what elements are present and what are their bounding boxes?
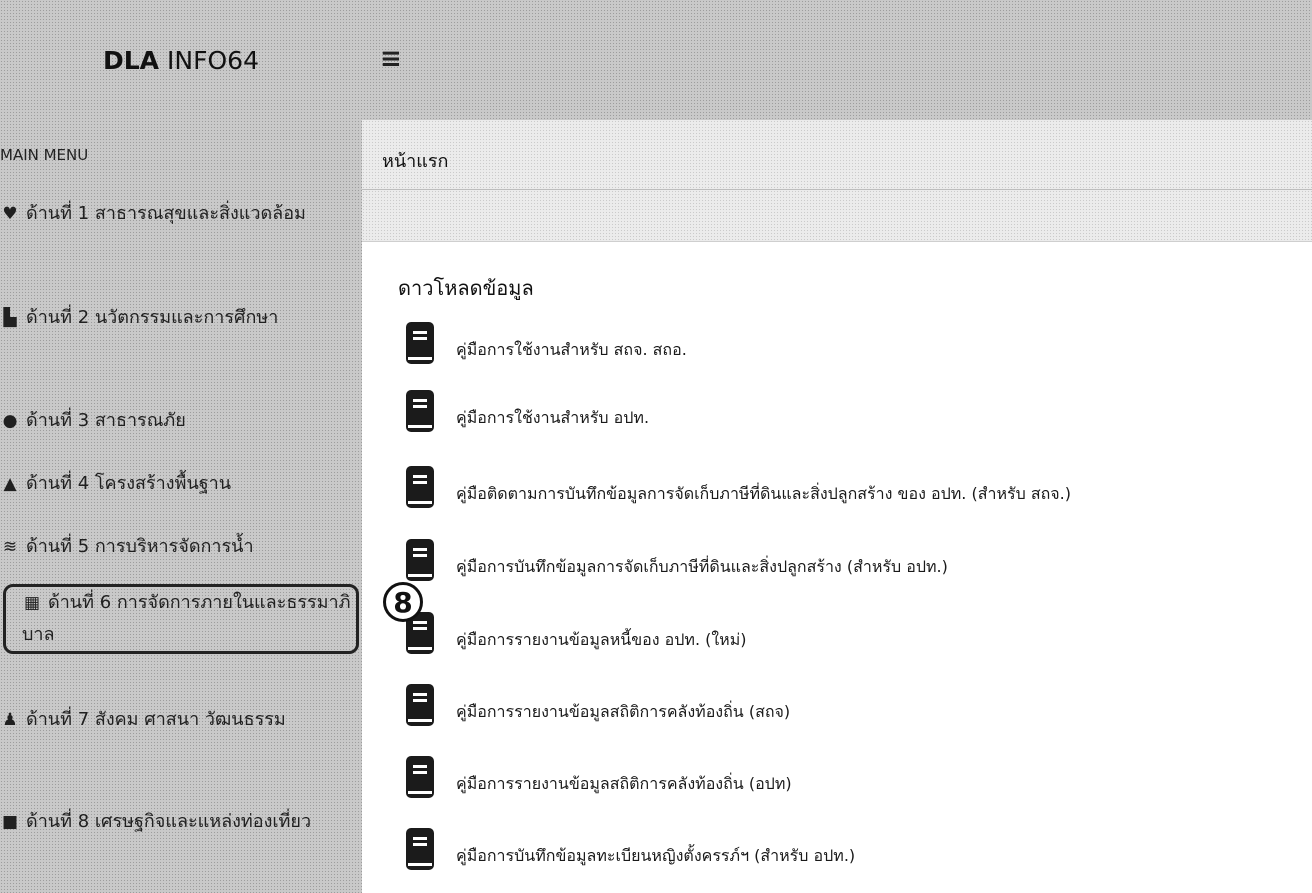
building-icon: ▦ (23, 593, 41, 613)
download-label: คู่มือการรายงานข้อมูลสถิติการคลังท้องถิ่… (456, 701, 791, 721)
book-icon (406, 466, 434, 508)
book-icon (406, 756, 434, 798)
sidebar-item-label: ด้านที่ 3 สาธารณภัย (26, 410, 186, 431)
download-item[interactable]: คู่มือติดตามการบันทึกข้อมูลการจัดเก็บภาษ… (406, 464, 1071, 510)
sidebar-item-label: ด้านที่ 2 นวัตกรรมและการศึกษา (26, 307, 279, 328)
download-label: คู่มือการใช้งานสำหรับ อปท. (456, 407, 650, 427)
step-badge: 8 (383, 582, 423, 622)
people-shield-icon: ● (2, 411, 18, 431)
sidebar: MAIN MENU ♥ ด้านที่ 1 สาธารณสุขและสิ่งแวด… (0, 120, 362, 893)
money-icon: ■ (1, 812, 19, 832)
content-header: หน้าแรก (362, 120, 1312, 190)
page-title: หน้าแรก (382, 151, 449, 172)
sidebar-item-4[interactable]: ▲ ด้านที่ 4 โครงสร้างพื้นฐาน (0, 468, 356, 500)
main-menu-title: MAIN MENU (0, 146, 89, 164)
download-item[interactable]: คู่มือการรายงานข้อมูลหนี้ของ อปท. (ใหม่) (406, 610, 747, 656)
book-icon (406, 539, 434, 581)
download-label: คู่มือการรายงานข้อมูลหนี้ของ อปท. (ใหม่) (456, 629, 747, 649)
download-item[interactable]: คู่มือการใช้งานสำหรับ สถจ. สถอ. (406, 320, 687, 366)
book-icon (406, 390, 434, 432)
sidebar-item-label: ด้านที่ 1 สาธารณสุขและสิ่งแวดล้อม (26, 203, 306, 224)
download-label: คู่มือการบันทึกข้อมูลการจัดเก็บภาษีที่ดิ… (456, 556, 948, 576)
heartbeat-icon: ♥ (2, 204, 18, 224)
users-icon: ♟ (2, 710, 18, 730)
section-title: ดาวโหลดข้อมูล (398, 276, 534, 300)
top-bar: DLA INFO64 ≡ (0, 0, 1312, 120)
road-icon: ▲ (3, 474, 17, 494)
download-item[interactable]: คู่มือการรายงานข้อมูลสถิติการคลังท้องถิ่… (406, 682, 790, 728)
download-item[interactable]: คู่มือการใช้งานสำหรับ อปท. (406, 388, 649, 434)
sidebar-item-label: ด้านที่ 6 การจัดการภายในและธรรมาภิบาล (22, 592, 351, 645)
download-label: คู่มือการรายงานข้อมูลสถิติการคลังท้องถิ่… (456, 773, 792, 793)
sidebar-item-1[interactable]: ♥ ด้านที่ 1 สาธารณสุขและสิ่งแวดล้อม (0, 198, 356, 230)
app-brand[interactable]: DLA INFO64 (0, 0, 362, 120)
hamburger-icon[interactable]: ≡ (380, 44, 402, 74)
book-icon (406, 828, 434, 870)
content-strip (362, 190, 1312, 242)
sidebar-item-3[interactable]: ● ด้านที่ 3 สาธารณภัย (0, 405, 356, 437)
sidebar-item-2[interactable]: ▙ ด้านที่ 2 นวัตกรรมและการศึกษา (0, 302, 356, 334)
sidebar-item-6[interactable]: ▦ ด้านที่ 6 การจัดการภายในและธรรมาภิบาล (3, 584, 359, 654)
download-label: คู่มือติดตามการบันทึกข้อมูลการจัดเก็บภาษ… (456, 483, 1071, 503)
sidebar-item-5[interactable]: ≋ ด้านที่ 5 การบริหารจัดการน้ำ (0, 531, 356, 563)
main-content: ดาวโหลดข้อมูล คู่มือการใช้งานสำหรับ สถจ.… (362, 242, 1312, 893)
download-label: คู่มือการบันทึกข้อมูลทะเบียนหญิงตั้งครรภ… (456, 845, 856, 865)
download-label: คู่มือการใช้งานสำหรับ สถจ. สถอ. (456, 339, 687, 359)
sidebar-item-label: ด้านที่ 4 โครงสร้างพื้นฐาน (26, 473, 232, 494)
book-icon (406, 322, 434, 364)
download-item[interactable]: คู่มือการบันทึกข้อมูลการจัดเก็บภาษีที่ดิ… (406, 537, 948, 583)
school-icon: ▙ (3, 308, 17, 328)
brand-strong: DLA (103, 45, 160, 75)
sidebar-item-8[interactable]: ■ ด้านที่ 8 เศรษฐกิจและแหล่งท่องเที่ยว (0, 806, 356, 838)
sidebar-item-label: ด้านที่ 8 เศรษฐกิจและแหล่งท่องเที่ยว (26, 811, 312, 832)
sidebar-item-7[interactable]: ♟ ด้านที่ 7 สังคม ศาสนา วัฒนธรรม (0, 704, 356, 736)
brand-rest: INFO64 (167, 45, 259, 75)
sidebar-item-label: ด้านที่ 5 การบริหารจัดการน้ำ (26, 536, 254, 557)
download-item[interactable]: คู่มือการบันทึกข้อมูลทะเบียนหญิงตั้งครรภ… (406, 826, 855, 872)
download-item[interactable]: คู่มือการรายงานข้อมูลสถิติการคลังท้องถิ่… (406, 754, 792, 800)
water-icon: ≋ (2, 537, 18, 557)
sidebar-item-label: ด้านที่ 7 สังคม ศาสนา วัฒนธรรม (26, 709, 286, 730)
book-icon (406, 684, 434, 726)
